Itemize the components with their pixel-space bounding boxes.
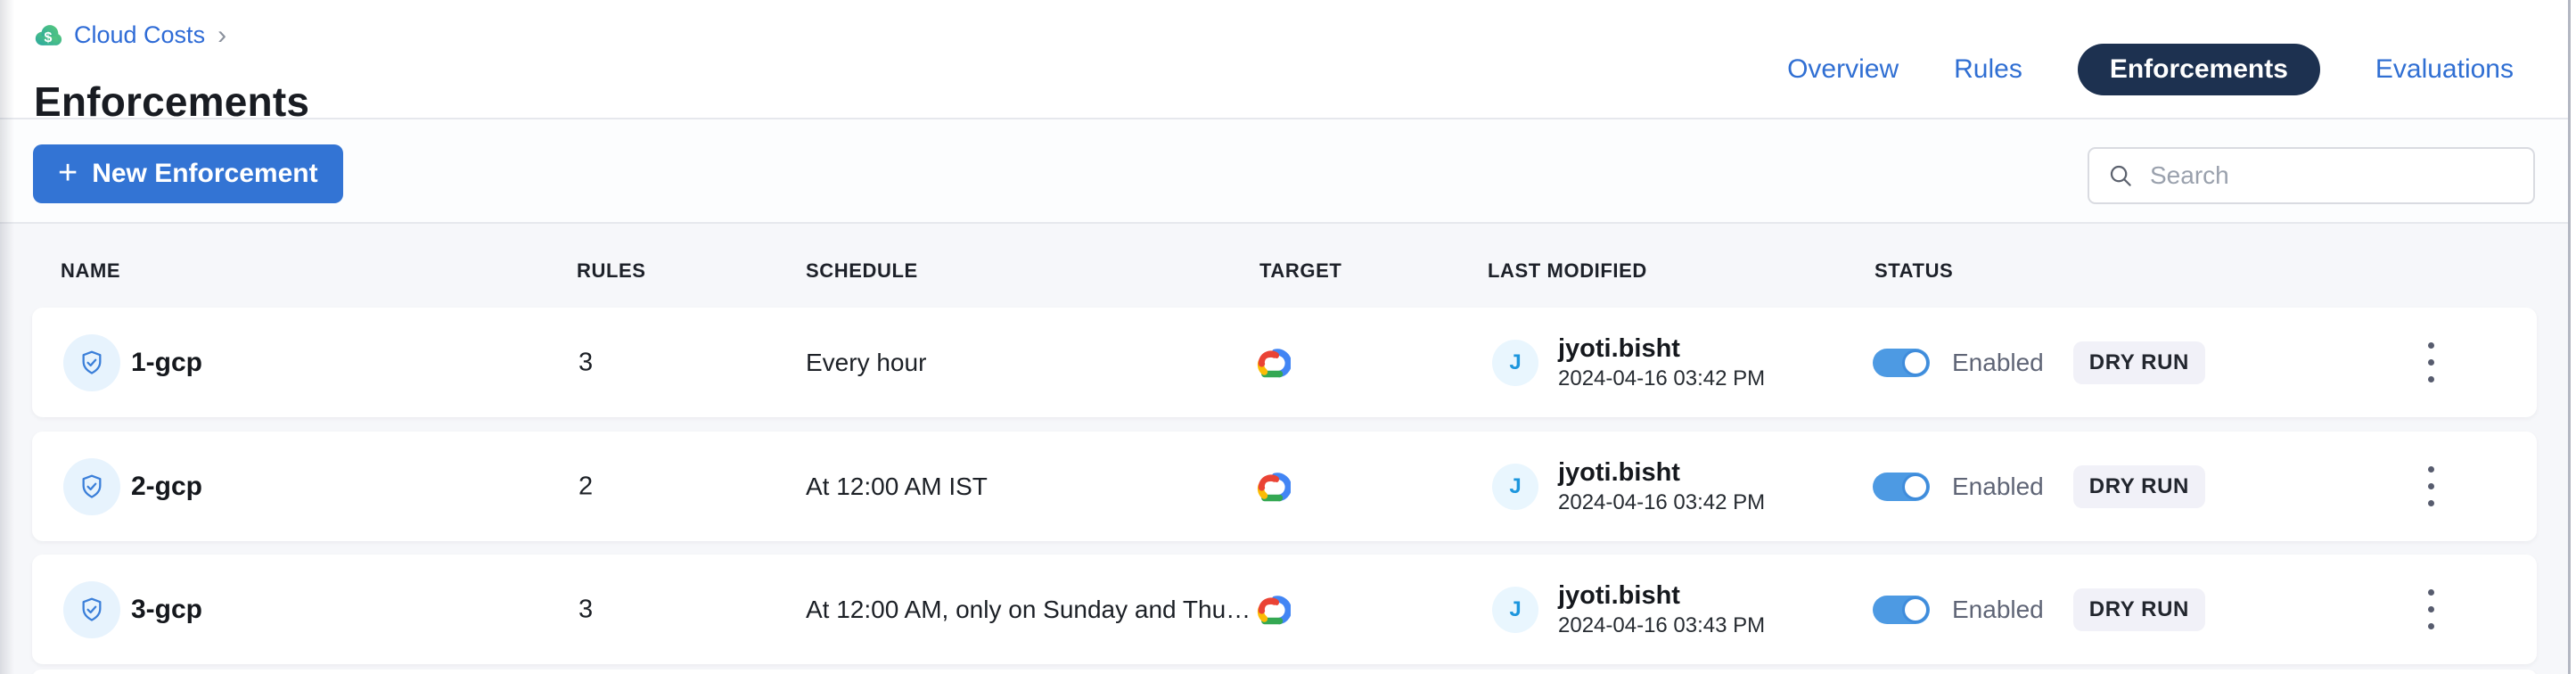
column-header-status: STATUS — [1875, 259, 1953, 283]
tab-rules[interactable]: Rules — [1954, 54, 2022, 85]
breadcrumb: $ Cloud Costs › — [33, 21, 226, 49]
status-cell: Enabled DRY RUN — [1873, 465, 2205, 508]
modified-timestamp: 2024-04-16 03:43 PM — [1558, 615, 1765, 637]
rules-count: 2 — [578, 472, 593, 501]
toggle-knob — [1902, 349, 1929, 376]
dry-run-badge: DRY RUN — [2073, 465, 2205, 508]
modified-timestamp: 2024-04-16 03:42 PM — [1558, 492, 1765, 514]
modified-by-user: jyoti.bisht — [1558, 583, 1765, 609]
page-header: $ Cloud Costs › Enforcements Overview Ru… — [0, 0, 2576, 119]
kebab-dot — [2428, 606, 2434, 612]
avatar: J — [1492, 464, 1538, 510]
table-row[interactable]: 1-gcp 3 Every hour — [32, 308, 2537, 417]
dry-run-badge: DRY RUN — [2073, 341, 2205, 384]
enforcement-name: 3-gcp — [131, 595, 202, 625]
column-header-name: NAME — [61, 259, 120, 283]
tab-evaluations[interactable]: Evaluations — [2375, 54, 2514, 85]
avatar: J — [1492, 340, 1538, 386]
table-row-partial — [32, 670, 2537, 674]
search-icon — [2107, 162, 2134, 189]
kebab-dot — [2428, 623, 2434, 629]
chevron-right-icon: › — [217, 22, 226, 49]
enabled-toggle[interactable] — [1873, 473, 1930, 501]
toolbar: + New Enforcement — [0, 119, 2576, 224]
gcp-cloud-icon — [1255, 347, 1291, 378]
kebab-dot — [2428, 589, 2434, 596]
kebab-dot — [2428, 359, 2434, 366]
target-cell — [1255, 347, 1291, 378]
table-row[interactable]: 2-gcp 2 At 12:00 AM IST — [32, 432, 2537, 541]
row-menu-button[interactable] — [2407, 451, 2455, 522]
kebab-dot — [2428, 342, 2434, 349]
rules-count: 3 — [578, 595, 593, 624]
new-enforcement-button[interactable]: + New Enforcement — [33, 144, 343, 203]
kebab-dot — [2428, 500, 2434, 506]
enabled-toggle[interactable] — [1873, 596, 1930, 624]
schedule-text: At 12:00 AM IST — [806, 473, 988, 501]
shield-check-icon — [78, 596, 106, 624]
gcp-cloud-icon — [1255, 471, 1291, 502]
tab-overview[interactable]: Overview — [1787, 54, 1899, 85]
enforcement-shield-badge — [63, 458, 120, 515]
svg-text:$: $ — [45, 29, 53, 45]
kebab-dot — [2428, 483, 2434, 489]
column-header-rules: RULES — [577, 259, 646, 283]
modified-timestamp: 2024-04-16 03:42 PM — [1558, 368, 1765, 390]
plus-icon: + — [58, 156, 78, 190]
enforcement-shield-badge — [63, 334, 120, 391]
window-edge — [2568, 0, 2576, 674]
search-box[interactable] — [2088, 147, 2535, 204]
table-row[interactable]: 3-gcp 3 At 12:00 AM, only on Sunday and … — [32, 555, 2537, 664]
enabled-toggle[interactable] — [1873, 349, 1930, 377]
enforcement-name: 1-gcp — [131, 348, 202, 378]
row-menu-button[interactable] — [2407, 327, 2455, 399]
status-label: Enabled — [1952, 349, 2044, 377]
row-menu-button[interactable] — [2407, 574, 2455, 645]
rules-count: 3 — [578, 348, 593, 377]
enforcement-name: 2-gcp — [131, 472, 202, 502]
gcp-cloud-icon — [1255, 594, 1291, 625]
tab-enforcements-active[interactable]: Enforcements — [2078, 44, 2320, 95]
breadcrumb-cloud-costs-link[interactable]: Cloud Costs — [74, 21, 205, 49]
column-header-schedule: SCHEDULE — [806, 259, 918, 283]
target-cell — [1255, 594, 1291, 625]
modified-by-user: jyoti.bisht — [1558, 460, 1765, 486]
dry-run-badge: DRY RUN — [2073, 588, 2205, 631]
toggle-knob — [1902, 473, 1929, 500]
status-label: Enabled — [1952, 596, 2044, 624]
status-cell: Enabled DRY RUN — [1873, 588, 2205, 631]
kebab-dot — [2428, 376, 2434, 382]
enforcement-shield-badge — [63, 581, 120, 638]
schedule-text: Every hour — [806, 349, 926, 377]
avatar: J — [1492, 587, 1538, 633]
page-title: Enforcements — [34, 78, 309, 126]
enforcements-page: $ Cloud Costs › Enforcements Overview Ru… — [0, 0, 2576, 674]
modified-by-user: jyoti.bisht — [1558, 336, 1765, 362]
last-modified-cell: J jyoti.bisht 2024-04-16 03:42 PM — [1492, 460, 1765, 514]
enforcements-table: NAME RULES SCHEDULE TARGET LAST MODIFIED… — [0, 224, 2576, 674]
new-enforcement-label: New Enforcement — [92, 159, 317, 189]
top-nav: Overview Rules Enforcements Evaluations — [1787, 0, 2514, 128]
last-modified-cell: J jyoti.bisht 2024-04-16 03:43 PM — [1492, 583, 1765, 637]
last-modified-cell: J jyoti.bisht 2024-04-16 03:42 PM — [1492, 336, 1765, 390]
status-cell: Enabled DRY RUN — [1873, 341, 2205, 384]
column-header-target: TARGET — [1259, 259, 1341, 283]
search-input[interactable] — [2148, 160, 2515, 191]
shield-check-icon — [78, 349, 106, 377]
shield-check-icon — [78, 473, 106, 501]
column-header-last-modified: LAST MODIFIED — [1488, 259, 1647, 283]
status-label: Enabled — [1952, 473, 2044, 501]
kebab-dot — [2428, 466, 2434, 473]
target-cell — [1255, 471, 1291, 502]
cloud-costs-icon: $ — [33, 22, 63, 48]
toggle-knob — [1902, 596, 1929, 623]
schedule-text: At 12:00 AM, only on Sunday and Thursday… — [806, 596, 1256, 624]
